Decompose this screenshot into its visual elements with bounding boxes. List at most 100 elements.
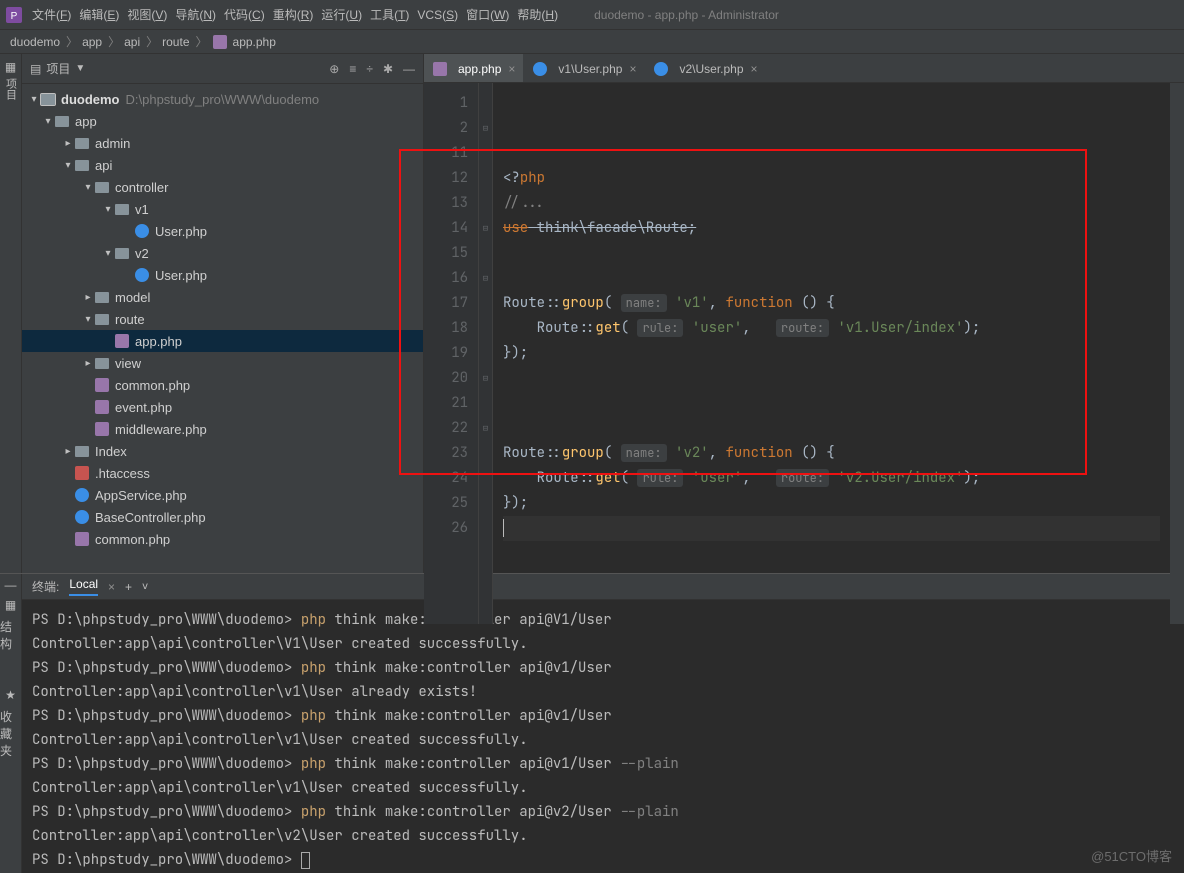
- editor-tab[interactable]: v1\User.php×: [524, 54, 644, 82]
- tree-item-Index[interactable]: ▸Index: [22, 440, 423, 462]
- scrollbar[interactable]: [1170, 83, 1184, 624]
- code-line[interactable]: [503, 416, 1160, 441]
- close-icon[interactable]: ×: [629, 62, 636, 76]
- tree-item-commonphp[interactable]: common.php: [22, 374, 423, 396]
- close-icon[interactable]: ×: [751, 62, 758, 76]
- breadcrumb-item[interactable]: route: [162, 35, 189, 49]
- tree-item-Userphp[interactable]: User.php: [22, 220, 423, 242]
- structure-rail-label[interactable]: 结构: [0, 618, 21, 652]
- menu-item[interactable]: 代码(C): [224, 8, 265, 22]
- code-content[interactable]: <?php//...use think\facade\Route;Route::…: [493, 83, 1170, 624]
- menu-item[interactable]: 视图(V): [127, 8, 167, 22]
- terminal-line: PS D:\phpstudy_pro\WWW\duodemo> php thin…: [32, 752, 1174, 776]
- terminal-title: 终端:: [32, 578, 59, 595]
- code-line[interactable]: [503, 566, 1160, 591]
- code-line[interactable]: use think\facade\Route;: [503, 216, 1160, 241]
- breadcrumb-item[interactable]: duodemo: [10, 35, 60, 49]
- editor-tab[interactable]: app.php×: [424, 54, 523, 82]
- code-line[interactable]: [503, 591, 1160, 616]
- code-line[interactable]: Route::get( rule: 'user', route: 'v1.Use…: [503, 316, 1160, 341]
- menu-item[interactable]: 重构(R): [273, 8, 314, 22]
- file-icon: [114, 245, 130, 261]
- file-icon: [54, 113, 70, 129]
- terminal-min-icon[interactable]: —: [5, 578, 17, 592]
- code-area[interactable]: 1211121314151617181920212223242526 ⊟⊟⊟⊟⊟…: [424, 83, 1184, 624]
- tree-item-eventphp[interactable]: event.php: [22, 396, 423, 418]
- file-icon: [74, 443, 90, 459]
- expand-icon[interactable]: ≡: [349, 62, 356, 76]
- file-icon: [134, 267, 150, 283]
- gear-icon[interactable]: ✱: [383, 62, 393, 76]
- collapse-icon[interactable]: ÷: [366, 62, 373, 76]
- menu-item[interactable]: 运行(U): [321, 8, 362, 22]
- tree-root[interactable]: ▾duodemoD:\phpstudy_pro\WWW\duodemo: [22, 88, 423, 110]
- terminal-line: PS D:\phpstudy_pro\WWW\duodemo> php thin…: [32, 704, 1174, 728]
- locate-icon[interactable]: ⊕: [329, 62, 339, 76]
- structure-rail-icon[interactable]: ▦: [5, 598, 16, 612]
- code-line[interactable]: [503, 516, 1160, 541]
- terminal-dropdown-icon[interactable]: ⅴ: [142, 581, 148, 592]
- menu-item[interactable]: 帮助(H): [517, 8, 558, 22]
- tree-item-htaccess[interactable]: .htaccess: [22, 462, 423, 484]
- menu-item[interactable]: 导航(N): [175, 8, 216, 22]
- project-label[interactable]: 项目: [46, 60, 70, 77]
- tree-item-app[interactable]: ▾app: [22, 110, 423, 132]
- breadcrumb-sep-icon: 〉: [66, 33, 78, 50]
- code-line[interactable]: });: [503, 491, 1160, 516]
- tree-item-v1[interactable]: ▾v1: [22, 198, 423, 220]
- code-line[interactable]: Route::group( name: 'v2', function () {: [503, 441, 1160, 466]
- menu-item[interactable]: 窗口(W): [466, 8, 509, 22]
- file-icon: [114, 333, 130, 349]
- fav-rail-label[interactable]: 收藏夹: [0, 708, 21, 759]
- code-line[interactable]: });: [503, 341, 1160, 366]
- code-line[interactable]: [503, 541, 1160, 566]
- dropdown-icon[interactable]: ▼: [75, 63, 85, 74]
- code-line[interactable]: Route::group( name: 'v1', function () {: [503, 291, 1160, 316]
- editor-pane: app.php×v1\User.php×v2\User.php× 1211121…: [424, 54, 1184, 573]
- terminal-tab-close-icon[interactable]: ×: [108, 580, 115, 594]
- project-dropdown-icon[interactable]: ▤: [30, 62, 41, 76]
- terminal-tab[interactable]: Local: [69, 577, 98, 596]
- watermark: @51CTO博客: [1091, 846, 1172, 865]
- terminal-add-icon[interactable]: +: [125, 580, 132, 594]
- editor-tab[interactable]: v2\User.php×: [645, 54, 765, 82]
- file-icon: [74, 135, 90, 151]
- tree-item-appphp[interactable]: app.php: [22, 330, 423, 352]
- breadcrumb-item[interactable]: api: [124, 35, 140, 49]
- code-line[interactable]: [503, 241, 1160, 266]
- tree-item-commonphp[interactable]: common.php: [22, 528, 423, 550]
- tree-item-api[interactable]: ▾api: [22, 154, 423, 176]
- tree-item-view[interactable]: ▸view: [22, 352, 423, 374]
- tree-item-Userphp[interactable]: User.php: [22, 264, 423, 286]
- hide-icon[interactable]: —: [403, 62, 415, 76]
- fav-rail-icon[interactable]: ★: [5, 688, 16, 702]
- terminal-line: Controller:app\api\controller\v1\User al…: [32, 680, 1174, 704]
- tree-item-v2[interactable]: ▾v2: [22, 242, 423, 264]
- menu-item[interactable]: 编辑(E): [79, 8, 119, 22]
- project-tree[interactable]: ▾duodemoD:\phpstudy_pro\WWW\duodemo▾app▸…: [22, 84, 423, 573]
- tree-item-AppServicephp[interactable]: AppService.php: [22, 484, 423, 506]
- code-line[interactable]: Route::get( rule: 'user', route: 'v2.Use…: [503, 466, 1160, 491]
- tree-item-admin[interactable]: ▸admin: [22, 132, 423, 154]
- project-rail-icon[interactable]: ▦: [5, 60, 16, 74]
- terminal-output[interactable]: PS D:\phpstudy_pro\WWW\duodemo> php thin…: [22, 600, 1184, 873]
- fold-gutter[interactable]: ⊟⊟⊟⊟⊟: [479, 83, 493, 624]
- menu-item[interactable]: 文件(F): [32, 8, 71, 22]
- menu-item[interactable]: 工具(T): [370, 8, 409, 22]
- code-line[interactable]: [503, 366, 1160, 391]
- tree-item-route[interactable]: ▾route: [22, 308, 423, 330]
- tree-item-middlewarephp[interactable]: middleware.php: [22, 418, 423, 440]
- code-line[interactable]: <?php: [503, 166, 1160, 191]
- tree-item-BaseControllerphp[interactable]: BaseController.php: [22, 506, 423, 528]
- breadcrumb-item[interactable]: app: [82, 35, 102, 49]
- close-icon[interactable]: ×: [508, 62, 515, 76]
- tree-item-controller[interactable]: ▾controller: [22, 176, 423, 198]
- breadcrumb-item[interactable]: app.php: [233, 35, 276, 49]
- code-line[interactable]: [503, 266, 1160, 291]
- tree-item-model[interactable]: ▸model: [22, 286, 423, 308]
- code-line[interactable]: //...: [503, 191, 1160, 216]
- menu-item[interactable]: VCS(S): [417, 8, 458, 22]
- editor-tabs: app.php×v1\User.php×v2\User.php×: [424, 54, 1184, 83]
- project-rail-label[interactable]: 项目: [3, 78, 19, 100]
- code-line[interactable]: [503, 391, 1160, 416]
